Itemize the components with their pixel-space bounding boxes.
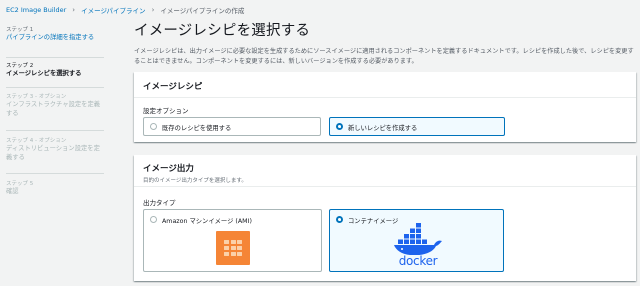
wizard-step-5: ステップ 5 確認: [6, 174, 104, 204]
step-title: イメージレシピを選択する: [6, 70, 82, 77]
radio-button-selected[interactable]: [336, 216, 343, 223]
docker-wordmark: docker: [398, 254, 438, 268]
image-recipe-panel: イメージレシピ 設定オプション 既存のレシピを使用する 新しいレシピを作成する: [134, 72, 636, 142]
page-title: イメージレシピを選択する: [134, 23, 311, 39]
panel-subtitle: 目的のイメージ出力タイプを選択します。: [143, 178, 247, 184]
panel-title: イメージレシピ: [143, 82, 203, 92]
panel-header: イメージレシピ: [134, 72, 636, 98]
use-existing-recipe-option[interactable]: 既存のレシピを使用する: [143, 117, 321, 136]
panel-title: イメージ出力: [143, 164, 194, 174]
option-label: 既存のレシピを使用する: [162, 125, 232, 132]
step-title: ディストリビューション設定を定義する: [6, 145, 100, 161]
page-description: イメージレシピは、出力イメージに必要な設定を生成するためにソースイメージに適用さ…: [134, 48, 634, 65]
wizard-step-3: ステップ 3 - オプション インフラストラクチャ設定を定義する: [6, 88, 104, 131]
output-type-label: 出力タイプ: [143, 199, 176, 207]
step-title: 確認: [6, 188, 19, 195]
image-output-panel: イメージ出力 目的のイメージ出力タイプを選択します。 出力タイプ Amazon …: [134, 155, 636, 281]
step-number: ステップ 3 - オプション: [6, 94, 67, 100]
step-title: インフラストラクチャ設定を定義する: [6, 101, 101, 117]
docker-whale-icon: [394, 223, 442, 256]
option-label: Amazon マシンイメージ (AMI): [162, 218, 252, 225]
container-image-output-option[interactable]: コンテナイメージ docker: [329, 209, 504, 272]
breadcrumb-current: イメージパイプラインの作成: [160, 7, 245, 15]
wizard-step-1[interactable]: ステップ 1 パイプラインの詳細を指定する: [6, 26, 104, 58]
panel-header: イメージ出力 目的のイメージ出力タイプを選択します。: [134, 155, 636, 187]
wizard-step-2: ステップ 2 イメージレシピを選択する: [6, 58, 104, 88]
step-number: ステップ 1: [6, 27, 34, 33]
breadcrumb-image-pipelines[interactable]: イメージパイプライン: [81, 5, 145, 15]
step-number: ステップ 5: [6, 181, 34, 187]
radio-button[interactable]: [150, 216, 157, 223]
radio-button[interactable]: [150, 123, 157, 130]
main-content: イメージレシピを選択する イメージレシピは、出力イメージに必要な設定を生成するた…: [134, 22, 634, 67]
breadcrumb-separator: ›: [151, 6, 155, 14]
docker-logo: docker: [390, 223, 446, 269]
ami-icon: [216, 231, 250, 265]
option-label: 新しいレシピを作成する: [348, 125, 418, 132]
wizard-steps: ステップ 1 パイプラインの詳細を指定する ステップ 2 イメージレシピを選択す…: [6, 26, 104, 204]
step-number: ステップ 4 - オプション: [6, 138, 67, 144]
step-number: ステップ 2: [6, 63, 34, 69]
step-title[interactable]: パイプラインの詳細を指定する: [6, 34, 104, 43]
breadcrumb-separator: ›: [72, 6, 76, 14]
ami-output-option[interactable]: Amazon マシンイメージ (AMI): [143, 209, 322, 272]
configuration-options-label: 設定オプション: [143, 107, 189, 115]
create-new-recipe-option[interactable]: 新しいレシピを作成する: [329, 117, 505, 136]
wizard-step-4: ステップ 4 - オプション ディストリビューション設定を定義する: [6, 131, 104, 174]
breadcrumb: EC2 Image Builder › イメージパイプライン › イメージパイプ…: [6, 4, 244, 16]
radio-button-selected[interactable]: [336, 123, 343, 130]
breadcrumb-ec2-image-builder[interactable]: EC2 Image Builder: [6, 6, 66, 14]
